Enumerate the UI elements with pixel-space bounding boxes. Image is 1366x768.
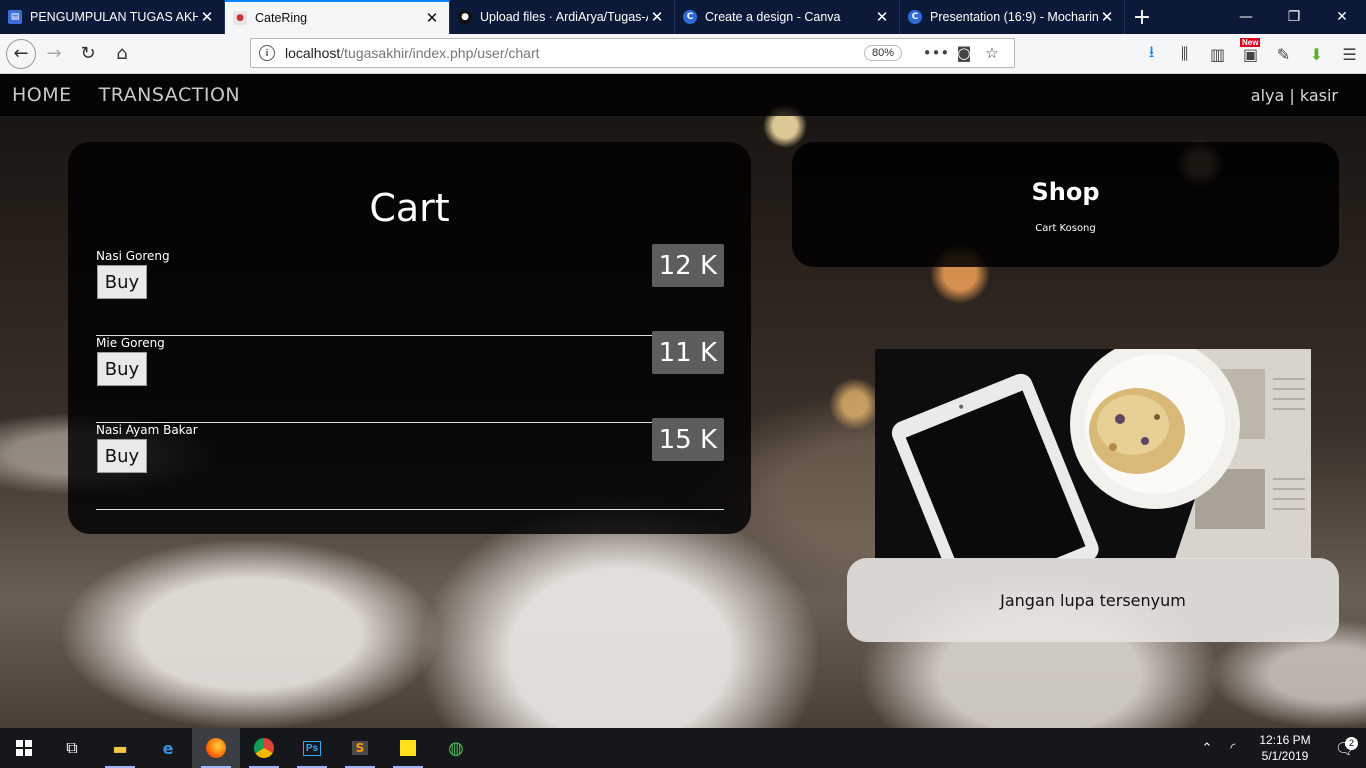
shop-title: Shop — [1031, 178, 1100, 206]
clock[interactable]: 12:16 PM 5/1/2019 — [1246, 732, 1324, 764]
nav-home-link[interactable]: HOME — [12, 84, 72, 106]
tab-label: CateRing — [255, 11, 308, 25]
browser-tab-strip: ▤ PENGUMPULAN TUGAS AKHIR ✕ ● CateRing ✕… — [0, 0, 1366, 34]
tab-label: Create a design - Canva — [705, 10, 841, 24]
extension-icon[interactable]: ▣ New — [1234, 34, 1267, 74]
photo-illustration — [875, 349, 1311, 559]
window-controls: — ❐ ✕ — [1222, 0, 1366, 34]
url-text[interactable]: localhost/tugasakhir/index.php/user/char… — [285, 45, 864, 61]
notification-center-icon[interactable]: 🗨 2 — [1324, 736, 1366, 758]
cart-item: Nasi Ayam Bakar Buy 15 K — [96, 418, 724, 510]
notification-count: 2 — [1345, 736, 1358, 750]
close-icon[interactable]: ✕ — [1098, 8, 1116, 26]
chrome-icon[interactable] — [240, 728, 288, 768]
windows-start-icon[interactable] — [0, 728, 48, 768]
canva-icon: C — [908, 10, 922, 24]
close-icon[interactable]: ✕ — [648, 8, 666, 26]
forward-arrow-icon[interactable]: → — [38, 38, 70, 70]
close-icon[interactable]: ✕ — [423, 9, 441, 27]
clock-time: 12:16 PM — [1259, 733, 1311, 747]
item-name: Mie Goreng — [96, 336, 165, 350]
browser-tab[interactable]: C Presentation (16:9) - Mocharint ✕ — [900, 0, 1125, 34]
zoom-level[interactable]: 80% — [863, 45, 902, 61]
document-icon: ▤ — [8, 10, 22, 24]
price-badge: 15 K — [651, 418, 724, 461]
browser-toolbar: ← → ↻ ⌂ i localhost/tugasakhir/index.php… — [0, 34, 1366, 74]
home-icon[interactable]: ⌂ — [106, 38, 138, 70]
menu-icon[interactable]: ☰ — [1333, 34, 1366, 74]
github-icon: ● — [458, 10, 472, 24]
chevron-up-icon[interactable]: ⌃ — [1194, 741, 1220, 756]
cart-panel: Cart Nasi Goreng Buy 12 K Mie Goreng Buy… — [68, 142, 751, 534]
library-icon[interactable]: ⫼ — [1168, 34, 1201, 74]
browser-tab[interactable]: ● Upload files · ArdiArya/Tugas-A ✕ — [450, 0, 675, 34]
tablet-and-cookie-photo — [875, 349, 1311, 559]
url-path: /tugasakhir/index.php/user/chart — [340, 45, 540, 61]
toolbar-icons: ⭳ ⫼ ▥ ▣ New ✎ ⬇ ☰ — [1135, 34, 1366, 74]
network-globe-icon[interactable]: ◍ — [432, 728, 480, 768]
pocket-icon[interactable]: ◙ — [950, 44, 978, 62]
cart-title: Cart — [369, 186, 450, 230]
url-host: localhost — [285, 45, 341, 61]
tab-label: Presentation (16:9) - Mocharint — [930, 10, 1098, 24]
canva-icon: C — [683, 10, 697, 24]
bookmark-star-icon[interactable]: ☆ — [978, 44, 1006, 62]
download-icon[interactable]: ⭳ — [1135, 34, 1168, 74]
minimize-icon[interactable]: — — [1222, 0, 1270, 34]
address-bar[interactable]: i localhost/tugasakhir/index.php/user/ch… — [250, 38, 1015, 68]
sticky-notes-icon[interactable] — [384, 728, 432, 768]
task-view-icon[interactable]: ⧉ — [48, 728, 96, 768]
browser-tab-active[interactable]: ● CateRing ✕ — [225, 0, 450, 34]
bowl-icon: ● — [233, 11, 247, 25]
price-badge: 11 K — [651, 331, 724, 374]
buy-button[interactable]: Buy — [97, 265, 147, 299]
photoshop-icon[interactable]: Ps — [288, 728, 336, 768]
restore-icon[interactable]: ❐ — [1270, 0, 1318, 34]
price-badge: 12 K — [651, 244, 724, 287]
cart-item: Mie Goreng Buy 11 K — [96, 331, 724, 423]
new-tab-button[interactable]: + — [1125, 0, 1159, 34]
browser-tab[interactable]: ▤ PENGUMPULAN TUGAS AKHIR ✕ — [0, 0, 225, 34]
nav-transaction-link[interactable]: TRANSACTION — [99, 84, 240, 106]
more-actions-icon[interactable]: ••• — [922, 44, 950, 62]
shop-panel: Shop Cart Kosong — [792, 142, 1339, 267]
tab-label: PENGUMPULAN TUGAS AKHIR — [30, 10, 198, 24]
item-name: Nasi Goreng — [96, 249, 170, 263]
close-window-icon[interactable]: ✕ — [1318, 0, 1366, 34]
system-tray: ⌃ ◜ 12:16 PM 5/1/2019 🗨 2 — [1194, 728, 1366, 768]
user-label: alya | kasir — [1250, 85, 1338, 105]
back-arrow-icon[interactable]: ← — [6, 38, 36, 69]
taskbar: ⧉ ▬ e Ps S ◍ ⌃ ◜ 12:16 PM 5/1/2019 🗨 2 — [0, 728, 1366, 768]
item-name: Nasi Ayam Bakar — [96, 423, 198, 437]
buy-button[interactable]: Buy — [97, 352, 147, 386]
tab-label: Upload files · ArdiArya/Tugas-A — [480, 10, 648, 24]
cart-item: Nasi Goreng Buy 12 K — [96, 244, 724, 336]
close-icon[interactable]: ✕ — [873, 8, 891, 26]
sublime-text-icon[interactable]: S — [336, 728, 384, 768]
clock-date: 5/1/2019 — [1261, 749, 1309, 763]
sidebar-icon[interactable]: ▥ — [1201, 34, 1234, 74]
edge-icon[interactable]: e — [144, 728, 192, 768]
eyedropper-icon[interactable]: ✎ — [1267, 34, 1300, 74]
new-badge: New — [1240, 38, 1261, 47]
file-explorer-icon[interactable]: ▬ — [96, 728, 144, 768]
close-icon[interactable]: ✕ — [198, 8, 216, 26]
firefox-icon[interactable] — [192, 728, 240, 768]
info-icon[interactable]: i — [259, 45, 275, 61]
download-helper-icon[interactable]: ⬇ — [1300, 34, 1333, 74]
buy-button[interactable]: Buy — [97, 439, 147, 473]
shop-status: Cart Kosong — [1035, 223, 1096, 234]
page-content: HOME TRANSACTION alya | kasir Cart Nasi … — [0, 74, 1366, 728]
top-menu: HOME TRANSACTION alya | kasir — [0, 74, 1366, 116]
quote-card: Jangan lupa tersenyum — [847, 558, 1339, 642]
reload-icon[interactable]: ↻ — [72, 38, 104, 70]
browser-tab[interactable]: C Create a design - Canva ✕ — [675, 0, 900, 34]
wifi-icon[interactable]: ◜ — [1220, 741, 1246, 756]
